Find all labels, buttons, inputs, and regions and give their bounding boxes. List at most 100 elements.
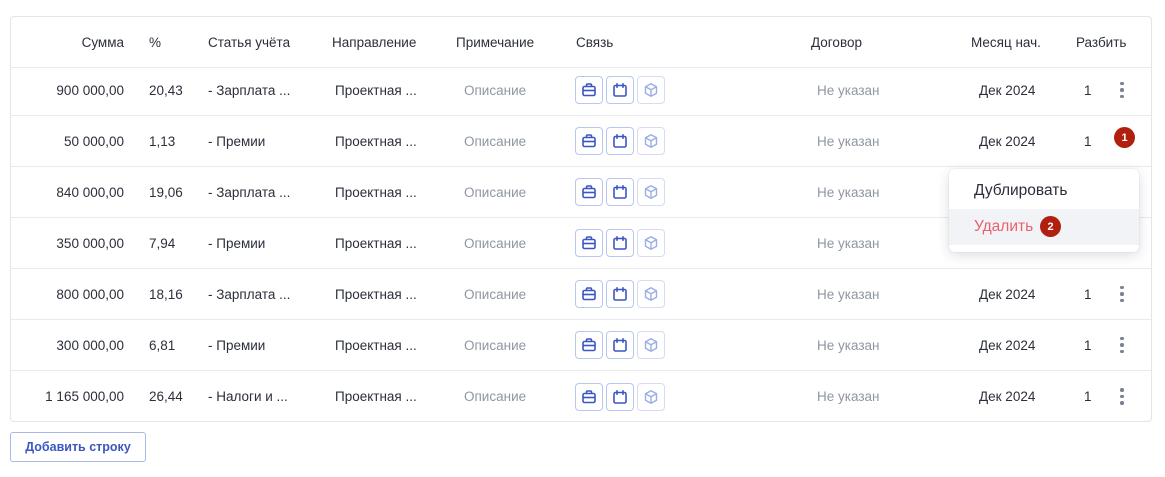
direction-cell[interactable]: Проектная ... (335, 218, 417, 268)
sum-cell[interactable]: 50 000,00 (11, 116, 124, 166)
cube-icon[interactable] (637, 229, 665, 257)
article-cell[interactable]: - Зарплата ... (208, 65, 290, 115)
table-row: 800 000,00 18,16 - Зарплата ... Проектна… (11, 269, 1151, 320)
split-cell[interactable]: 1 (1084, 116, 1092, 166)
briefcase-icon[interactable] (575, 76, 603, 104)
duplicate-label: Дублировать (974, 182, 1068, 199)
percent-cell[interactable]: 20,43 (149, 65, 183, 115)
percent-cell[interactable]: 6,81 (149, 320, 175, 370)
direction-cell[interactable]: Проектная ... (335, 167, 417, 217)
month-cell[interactable]: Дек 2024 (979, 269, 1035, 319)
direction-cell[interactable]: Проектная ... (335, 371, 417, 422)
month-cell[interactable]: Дек 2024 (979, 320, 1035, 370)
calendar-icon[interactable] (606, 127, 634, 155)
header-link: Связь (576, 34, 614, 50)
header-month: Месяц нач. (971, 34, 1041, 50)
link-cell (575, 65, 665, 115)
header-sum: Сумма (81, 34, 124, 50)
note-cell[interactable]: Описание (464, 320, 526, 370)
percent-cell[interactable]: 7,94 (149, 218, 175, 268)
link-cell (575, 167, 665, 217)
cube-icon[interactable] (637, 76, 665, 104)
note-cell[interactable]: Описание (464, 371, 526, 422)
header-note: Примечание (456, 34, 535, 50)
delete-menu-item[interactable]: Удалить 2 (949, 209, 1139, 245)
link-cell (575, 320, 665, 370)
sum-cell[interactable]: 1 165 000,00 (11, 371, 124, 422)
note-cell[interactable]: Описание (464, 116, 526, 166)
article-cell[interactable]: - Зарплата ... (208, 167, 290, 217)
link-cell (575, 116, 665, 166)
calendar-icon[interactable] (606, 178, 634, 206)
month-cell[interactable]: Дек 2024 (979, 371, 1035, 422)
percent-cell[interactable]: 1,13 (149, 116, 175, 166)
split-cell[interactable]: 1 (1084, 65, 1092, 115)
table-row: 50 000,00 1,13 - Премии Проектная ... Оп… (11, 116, 1151, 167)
split-cell[interactable]: 1 (1084, 269, 1092, 319)
percent-cell[interactable]: 26,44 (149, 371, 183, 422)
month-cell[interactable]: Дек 2024 (979, 116, 1035, 166)
contract-cell[interactable]: Не указан (817, 269, 879, 319)
calendar-icon[interactable] (606, 382, 634, 411)
sum-cell[interactable]: 800 000,00 (11, 269, 124, 319)
add-row-button[interactable]: Добавить строку (10, 432, 146, 462)
article-cell[interactable]: - Налоги и ... (208, 371, 288, 422)
briefcase-icon[interactable] (575, 331, 603, 359)
calendar-icon[interactable] (606, 331, 634, 359)
article-cell[interactable]: - Премии (208, 116, 265, 166)
split-cell[interactable]: 1 (1084, 320, 1092, 370)
header-article: Статья учёта (208, 34, 291, 50)
sum-cell[interactable]: 900 000,00 (11, 65, 124, 115)
duplicate-menu-item[interactable]: Дублировать (949, 173, 1139, 209)
sum-cell[interactable]: 300 000,00 (11, 320, 124, 370)
cube-icon[interactable] (637, 280, 665, 308)
row-menu-button[interactable] (1111, 269, 1133, 319)
row-menu-button[interactable] (1111, 65, 1133, 115)
more-vertical-icon (1120, 388, 1124, 405)
contract-cell[interactable]: Не указан (817, 320, 879, 370)
article-cell[interactable]: - Премии (208, 218, 265, 268)
contract-cell[interactable]: Не указан (817, 65, 879, 115)
calendar-icon[interactable] (606, 280, 634, 308)
cube-icon[interactable] (637, 382, 665, 411)
row-menu-button[interactable] (1111, 371, 1133, 422)
table-header-row: Сумма % Статья учёта Направление Примеча… (11, 17, 1151, 68)
note-cell[interactable]: Описание (464, 167, 526, 217)
briefcase-icon[interactable] (575, 280, 603, 308)
contract-cell[interactable]: Не указан (817, 116, 879, 166)
contract-cell[interactable]: Не указан (817, 167, 879, 217)
percent-cell[interactable]: 18,16 (149, 269, 183, 319)
contract-cell[interactable]: Не указан (817, 371, 879, 422)
calendar-icon[interactable] (606, 229, 634, 257)
contract-cell[interactable]: Не указан (817, 218, 879, 268)
link-cell (575, 371, 665, 422)
sum-cell[interactable]: 350 000,00 (11, 218, 124, 268)
sum-cell[interactable]: 840 000,00 (11, 167, 124, 217)
header-percent: % (149, 34, 162, 50)
cube-icon[interactable] (637, 331, 665, 359)
article-cell[interactable]: - Зарплата ... (208, 269, 290, 319)
row-menu-button[interactable] (1111, 320, 1133, 370)
note-cell[interactable]: Описание (464, 269, 526, 319)
briefcase-icon[interactable] (575, 178, 603, 206)
more-vertical-icon (1120, 81, 1124, 99)
direction-cell[interactable]: Проектная ... (335, 116, 417, 166)
step-badge-2: 2 (1040, 216, 1061, 237)
briefcase-icon[interactable] (575, 127, 603, 155)
percent-cell[interactable]: 19,06 (149, 167, 183, 217)
month-cell[interactable]: Дек 2024 (979, 65, 1035, 115)
direction-cell[interactable]: Проектная ... (335, 320, 417, 370)
header-split: Разбить (1076, 34, 1127, 50)
article-cell[interactable]: - Премии (208, 320, 265, 370)
direction-cell[interactable]: Проектная ... (335, 269, 417, 319)
briefcase-icon[interactable] (575, 382, 603, 411)
note-cell[interactable]: Описание (464, 218, 526, 268)
direction-cell[interactable]: Проектная ... (335, 65, 417, 115)
more-vertical-icon (1120, 285, 1124, 303)
cube-icon[interactable] (637, 127, 665, 155)
calendar-icon[interactable] (606, 76, 634, 104)
cube-icon[interactable] (637, 178, 665, 206)
split-cell[interactable]: 1 (1084, 371, 1092, 422)
briefcase-icon[interactable] (575, 229, 603, 257)
note-cell[interactable]: Описание (464, 65, 526, 115)
